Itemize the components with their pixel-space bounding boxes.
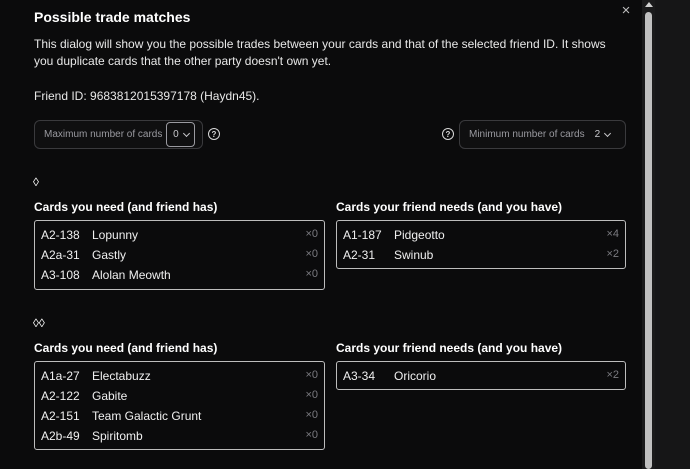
min-cards-label: Minimum number of cards — [469, 129, 585, 140]
max-cards-label: Maximum number of cards — [44, 129, 163, 140]
scrollbar-thumb[interactable] — [645, 12, 652, 469]
max-cards-value: 0 — [173, 129, 179, 140]
list-item: A3-34 Oricorio ×2 — [343, 369, 619, 383]
give-card-list: A1-187 Pidgeotto ×4 A2-31 Swinub ×2 — [336, 220, 626, 269]
min-help-icon[interactable]: ? — [442, 128, 454, 140]
max-cards-control: Maximum number of cards 0 — [34, 120, 203, 149]
min-cards-select[interactable]: 2 — [594, 129, 612, 140]
list-item: A2a-31 Gastly ×0 — [41, 248, 318, 262]
list-item: A2b-49 Spiritomb ×0 — [41, 429, 318, 443]
backdrop — [655, 0, 690, 469]
give-column-title: Cards your friend needs (and you have) — [336, 341, 563, 355]
list-item: A1a-27 Electabuzz ×0 — [41, 369, 318, 383]
max-cards-select[interactable]: 0 — [166, 122, 196, 147]
dialog-title: Possible trade matches — [34, 9, 191, 25]
list-item: A2-122 Gabite ×0 — [41, 389, 318, 403]
list-item: A2-151 Team Galactic Grunt ×0 — [41, 409, 318, 423]
give-column-title: Cards your friend needs (and you have) — [336, 200, 563, 214]
need-card-list: A2-138 Lopunny ×0 A2a-31 Gastly ×0 A3-108 Alo… — [34, 220, 325, 290]
min-cards-control: Minimum number of cards 2 — [459, 120, 626, 149]
trade-matches-dialog: Possible trade matches × This dialog wil… — [0, 0, 642, 469]
rarity-symbol: ◊◊ — [33, 316, 45, 330]
max-help-icon[interactable]: ? — [208, 128, 220, 140]
close-icon[interactable]: × — [619, 3, 633, 19]
need-column-title: Cards you need (and friend has) — [34, 341, 218, 355]
chevron-down-icon — [604, 129, 612, 137]
min-cards-value: 2 — [594, 129, 601, 140]
rarity-symbol: ◊ — [33, 175, 39, 189]
scroll-up-icon[interactable] — [645, 2, 653, 7]
list-item: A3-108 Alolan Meowth ×0 — [41, 268, 318, 282]
list-item: A2-138 Lopunny ×0 — [41, 228, 318, 242]
list-item: A1-187 Pidgeotto ×4 — [343, 228, 619, 242]
friend-id-text: Friend ID: 9683812015397178 (Haydn45). — [34, 89, 260, 103]
list-item: A2-31 Swinub ×2 — [343, 248, 619, 262]
dialog-description: This dialog will show you the possible t… — [34, 37, 606, 68]
need-card-list: A1a-27 Electabuzz ×0 A2-122 Gabite ×0 A2-151… — [34, 361, 325, 450]
need-column-title: Cards you need (and friend has) — [34, 200, 218, 214]
chevron-down-icon — [182, 129, 190, 137]
scrollbar[interactable] — [642, 0, 655, 469]
give-card-list: A3-34 Oricorio ×2 — [336, 361, 626, 390]
